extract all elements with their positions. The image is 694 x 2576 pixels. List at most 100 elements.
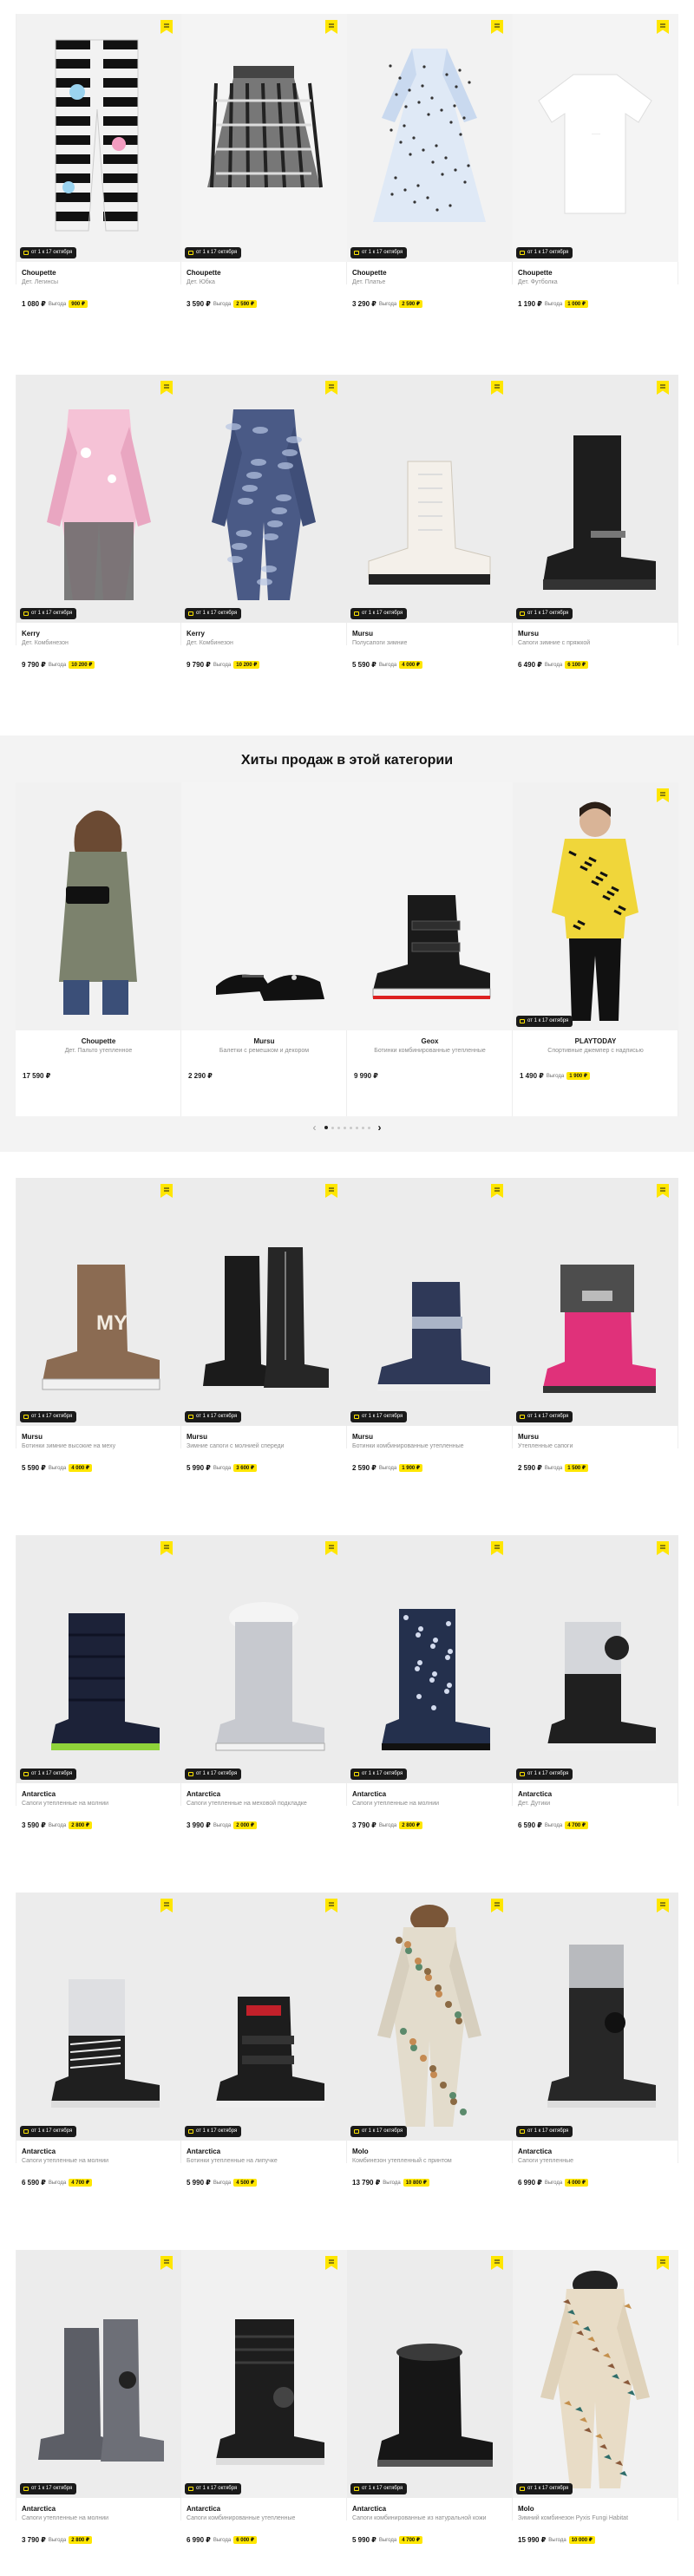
product-brand[interactable]: Mursu: [518, 1433, 539, 1441]
product-type[interactable]: Зимние сапоги с молнией спереди: [187, 1443, 284, 1449]
product-card[interactable]: от 1 к 17 октября Antarctica Сапоги комб…: [181, 2250, 347, 2544]
product-image[interactable]: MY от 1 к 17 октября: [16, 1178, 182, 1426]
product-image[interactable]: от 1 к 17 октября: [513, 782, 678, 1030]
product-brand[interactable]: Antarctica: [22, 2148, 56, 2155]
product-type[interactable]: Дет. Футболка: [518, 279, 558, 285]
product-type[interactable]: Дет. Комбинезон: [22, 640, 69, 646]
product-type[interactable]: Ботинки зимние высокие на меху: [22, 1443, 115, 1449]
product-image[interactable]: от 1 к 17 октября: [347, 1178, 513, 1426]
product-brand[interactable]: Mursu: [187, 1433, 207, 1441]
product-image[interactable]: от 1 к 17 октября: [181, 2250, 347, 2498]
product-brand[interactable]: Mursu: [181, 1037, 347, 1045]
product-card[interactable]: от 1 к 17 октября Choupette Дет. Легинсы…: [16, 14, 182, 308]
bookmark-icon[interactable]: [490, 1540, 504, 1556]
bookmark-icon[interactable]: [490, 1183, 504, 1199]
product-brand[interactable]: Mursu: [518, 630, 539, 637]
product-image[interactable]: [16, 782, 181, 1030]
product-image[interactable]: от 1 к 17 октября: [181, 1178, 347, 1426]
product-brand[interactable]: Kerry: [22, 630, 40, 637]
product-type[interactable]: Ботинки комбинированные утепленные: [347, 1048, 513, 1054]
bookmark-icon[interactable]: [656, 19, 670, 35]
bookmark-icon[interactable]: [160, 19, 174, 35]
product-brand[interactable]: Choupette: [187, 269, 221, 277]
bookmark-icon[interactable]: [324, 1540, 338, 1556]
product-type[interactable]: Сапоги утепленные на молнии: [22, 1801, 108, 1807]
product-image[interactable]: от 1 к 17 октября: [16, 14, 182, 262]
bookmark-icon[interactable]: [324, 2255, 338, 2271]
product-type[interactable]: Сапоги зимние с пряжкой: [518, 640, 590, 646]
product-card[interactable]: от 1 к 17 октября Antarctica Сапоги утеп…: [16, 1893, 182, 2187]
product-brand[interactable]: Antarctica: [187, 2148, 220, 2155]
product-type[interactable]: Дет. Юбка: [187, 279, 215, 285]
product-brand[interactable]: Choupette: [518, 269, 553, 277]
product-type[interactable]: Балетки с ремешком и декором: [181, 1048, 347, 1054]
product-image[interactable]: от 1 к 17 октября: [16, 2250, 182, 2498]
product-brand[interactable]: PLAYTODAY: [513, 1037, 678, 1045]
carousel-dot[interactable]: [343, 1126, 346, 1129]
product-image[interactable]: от 1 к 17 октября: [513, 375, 678, 623]
product-brand[interactable]: Antarctica: [352, 2505, 386, 2513]
product-card[interactable]: от 1 к 17 октября Antarctica Дет. Дутики…: [513, 1535, 678, 1829]
product-brand[interactable]: Mursu: [352, 630, 373, 637]
carousel-dot[interactable]: [367, 1126, 370, 1129]
product-type[interactable]: Дет. Пальто утепленное: [16, 1048, 181, 1054]
product-image[interactable]: от 1 к 17 октября: [181, 1893, 347, 2141]
bestseller-card[interactable]: от 1 к 17 октября PLAYTODAY Спортивные д…: [513, 782, 678, 1116]
bestseller-card[interactable]: Mursu Балетки с ремешком и декором 2 290…: [181, 782, 347, 1116]
carousel-prev-arrow-icon[interactable]: ‹: [309, 1121, 321, 1134]
product-brand[interactable]: Choupette: [22, 269, 56, 277]
bookmark-icon[interactable]: [160, 1540, 174, 1556]
product-type[interactable]: Дет. Легинсы: [22, 279, 58, 285]
bookmark-icon[interactable]: [324, 1898, 338, 1913]
bookmark-icon[interactable]: [490, 2255, 504, 2271]
product-card[interactable]: от 1 к 17 октября Kerry Дет. Комбинезон …: [16, 375, 182, 669]
carousel-next-arrow-icon[interactable]: ›: [374, 1121, 386, 1134]
bookmark-icon[interactable]: [656, 380, 670, 396]
product-card[interactable]: от 1 к 17 октября Choupette Дет. Юбка 3 …: [181, 14, 347, 308]
bookmark-icon[interactable]: [160, 380, 174, 396]
bookmark-icon[interactable]: [656, 2255, 670, 2271]
product-image[interactable]: от 1 к 17 октября: [347, 14, 513, 262]
product-image[interactable]: [347, 782, 513, 1030]
product-card[interactable]: от 1 к 17 октября Molo Зимний комбинезон…: [513, 2250, 678, 2544]
product-card[interactable]: от 1 к 17 октября Antarctica Сапоги утеп…: [16, 1535, 182, 1829]
bestseller-card[interactable]: Choupette Дет. Пальто утепленное 17 590 …: [16, 782, 181, 1116]
product-image[interactable]: от 1 к 17 октября: [16, 1893, 182, 2141]
product-type[interactable]: Полусапоги зимние: [352, 640, 407, 646]
bookmark-icon[interactable]: [160, 2255, 174, 2271]
product-type[interactable]: Дет. Дутики: [518, 1801, 550, 1807]
bookmark-icon[interactable]: [324, 19, 338, 35]
carousel-dot[interactable]: [361, 1126, 364, 1129]
product-brand[interactable]: Antarctica: [22, 1790, 56, 1798]
carousel-dot[interactable]: [331, 1126, 334, 1129]
bookmark-icon[interactable]: [656, 1540, 670, 1556]
product-image[interactable]: от 1 к 17 октября: [513, 1893, 678, 2141]
product-image[interactable]: от 1 к 17 октября: [513, 2250, 678, 2498]
product-image[interactable]: от 1 к 17 октября: [181, 375, 347, 623]
product-card[interactable]: от 1 к 17 октября Antarctica Ботинки уте…: [181, 1893, 347, 2187]
bookmark-icon[interactable]: [656, 1898, 670, 1913]
product-type[interactable]: Дет. Комбинезон: [187, 640, 233, 646]
product-image[interactable]: от 1 к 17 октября: [181, 14, 347, 262]
product-card[interactable]: от 1 к 17 октября Antarctica Сапоги утеп…: [16, 2250, 182, 2544]
product-brand[interactable]: Antarctica: [187, 2505, 220, 2513]
product-brand[interactable]: Antarctica: [518, 2148, 552, 2155]
product-card[interactable]: от 1 к 17 октября Molo Комбинезон утепле…: [347, 1893, 513, 2187]
product-brand[interactable]: Antarctica: [22, 2505, 56, 2513]
product-card[interactable]: от 1 к 17 октября Choupette Дет. Платье …: [347, 14, 513, 308]
product-image[interactable]: от 1 к 17 октября: [16, 375, 182, 623]
product-type[interactable]: Сапоги утепленные на меховой подкладке: [187, 1801, 307, 1807]
product-image[interactable]: от 1 к 17 октября: [513, 1535, 678, 1783]
product-card[interactable]: от 1 к 17 октября Antarctica Сапоги утеп…: [181, 1535, 347, 1829]
product-card[interactable]: от 1 к 17 октября Kerry Дет. Комбинезон …: [181, 375, 347, 669]
product-card[interactable]: от 1 к 17 октября Mursu Сапоги зимние с …: [513, 375, 678, 669]
product-type[interactable]: Сапоги утепленные на молнии: [22, 2515, 108, 2521]
product-type[interactable]: Ботинки утепленные на липучке: [187, 2158, 278, 2164]
product-card[interactable]: от 1 к 17 октября Antarctica Сапоги утеп…: [347, 1535, 513, 1829]
product-type[interactable]: Сапоги утепленные на молнии: [352, 1801, 439, 1807]
bookmark-icon[interactable]: [160, 1898, 174, 1913]
product-brand[interactable]: Mursu: [22, 1433, 43, 1441]
product-brand[interactable]: Antarctica: [352, 1790, 386, 1798]
product-image[interactable]: от 1 к 17 октября: [347, 375, 513, 623]
product-type[interactable]: Сапоги утепленные на молнии: [22, 2158, 108, 2164]
